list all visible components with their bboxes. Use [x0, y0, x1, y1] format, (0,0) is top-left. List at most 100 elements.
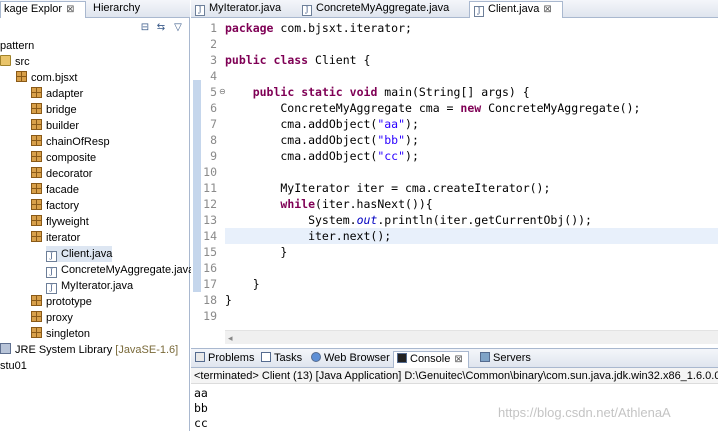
- close-icon[interactable]: ⊠: [543, 4, 551, 15]
- library-icon: [0, 343, 11, 354]
- code-line[interactable]: package com.bjsxt.iterator;: [225, 20, 718, 36]
- view-tab-console[interactable]: Console ⊠: [393, 351, 469, 368]
- scroll-left-arrow-icon[interactable]: ◂: [228, 331, 233, 345]
- tree-item-jre-system-library[interactable]: JRE System Library [JavaSE-1.6]: [0, 342, 178, 358]
- editor-tab-label: ConcreteMyAggregate.java: [316, 2, 450, 14]
- line-number: 15: [203, 245, 217, 259]
- close-icon[interactable]: ⊠: [66, 4, 74, 15]
- keyword: package: [225, 21, 274, 35]
- view-tab-web-browser[interactable]: Web Browser: [308, 351, 390, 368]
- tree-item-facade[interactable]: facade: [31, 182, 79, 198]
- view-tab-servers[interactable]: Servers: [477, 351, 531, 368]
- code-line[interactable]: [225, 68, 718, 84]
- code-line[interactable]: cma.addObject("aa");: [225, 116, 718, 132]
- editor-tab-concretemyaggregate-java[interactable]: J ConcreteMyAggregate.java: [298, 1, 449, 18]
- code-line[interactable]: }: [225, 276, 718, 292]
- package-icon: [31, 183, 42, 194]
- console-line: cc: [194, 416, 208, 430]
- tree-item-concretemyaggregate-java[interactable]: J ConcreteMyAggregate.java: [46, 262, 194, 278]
- code-line[interactable]: public static void main(String[] args) {: [225, 84, 718, 100]
- code-line[interactable]: while(iter.hasNext()){: [225, 196, 718, 212]
- code-text: ConcreteMyAggregate();: [481, 101, 641, 115]
- line-number: 14: [203, 229, 217, 243]
- link-with-editor-icon[interactable]: ⇆: [155, 22, 167, 34]
- editor-tabs: J MyIterator.java J ConcreteMyAggregate.jav…: [191, 0, 718, 18]
- tree-item-myiterator-java[interactable]: J MyIterator.java: [46, 278, 133, 294]
- code-line[interactable]: }: [225, 292, 718, 308]
- tree-item-pattern[interactable]: pattern: [0, 38, 34, 54]
- tree-item-singleton[interactable]: singleton: [31, 326, 90, 342]
- tree-item-iterator[interactable]: iterator: [31, 230, 80, 246]
- servers-icon: [480, 352, 490, 362]
- code-line[interactable]: [225, 36, 718, 52]
- editor-horizontal-scrollbar[interactable]: ◂: [225, 330, 718, 344]
- code-text: iter.next();: [225, 229, 392, 243]
- tree-item-client-java[interactable]: J Client.java: [46, 246, 113, 262]
- code-area[interactable]: package com.bjsxt.iterator; public class …: [225, 18, 718, 318]
- java-file-icon: J: [302, 5, 312, 16]
- ruler-range-indicator: [193, 80, 201, 292]
- tab-label: kage Explor: [4, 3, 63, 15]
- tab-hierarchy[interactable]: Hierarchy: [90, 1, 140, 18]
- line-number: 9: [210, 149, 217, 163]
- view-tab-tasks[interactable]: Tasks: [258, 351, 302, 368]
- tasks-icon: [261, 352, 271, 362]
- tree-item-proxy[interactable]: proxy: [31, 310, 73, 326]
- tree-item-label: JRE System Library: [15, 344, 113, 356]
- tree-item-src[interactable]: src: [0, 54, 30, 70]
- editor-tab-myiterator-java[interactable]: J MyIterator.java: [191, 1, 281, 18]
- tab-kage-explor[interactable]: kage Explor ⊠: [0, 1, 86, 18]
- folder-icon: [0, 55, 11, 66]
- code-line[interactable]: [225, 260, 718, 276]
- tree-item-label: proxy: [46, 312, 73, 324]
- tree-item-label: factory: [46, 200, 80, 212]
- editor-tab-client-java[interactable]: J Client.java ⊠: [469, 1, 563, 18]
- tree-item-stu01[interactable]: stu01: [0, 358, 27, 374]
- java-file-icon: J: [46, 267, 57, 278]
- tree-item-com-bjsxt[interactable]: com.bjsxt: [16, 70, 77, 86]
- code-line[interactable]: MyIterator iter = cma.createIterator();: [225, 180, 718, 196]
- tree-item-composite[interactable]: composite: [31, 150, 96, 166]
- code-line[interactable]: cma.addObject("bb");: [225, 132, 718, 148]
- problems-icon: [195, 352, 205, 362]
- line-number: 17: [203, 277, 217, 291]
- code-line[interactable]: [225, 308, 718, 324]
- package-icon: [31, 151, 42, 162]
- tree-item-decorator[interactable]: decorator: [31, 166, 92, 182]
- view-menu-chevron-down-icon[interactable]: ▽: [172, 22, 184, 34]
- code-line[interactable]: public class Client {: [225, 52, 718, 68]
- view-tab-problems[interactable]: Problems: [192, 351, 254, 368]
- line-number-gutter: 1 2 3 4 5 ⊖ 6 7 8 9 10 11 12 13 14 15 16 17 18 19: [203, 18, 226, 344]
- package-icon: [31, 311, 42, 322]
- line-number: 10: [203, 165, 217, 179]
- code-text: (iter.hasNext()){: [315, 197, 433, 211]
- code-line[interactable]: iter.next();: [225, 228, 718, 244]
- view-tab-label: Web Browser: [324, 352, 390, 364]
- code-text: );: [405, 133, 419, 147]
- tree-item-factory[interactable]: factory: [31, 198, 79, 214]
- tree-item-bridge[interactable]: bridge: [31, 102, 77, 118]
- code-editor[interactable]: 1 2 3 4 5 ⊖ 6 7 8 9 10 11 12 13 14 15 16 17 18 19 package c…: [191, 18, 718, 344]
- code-line[interactable]: ConcreteMyAggregate cma = new ConcreteMy…: [225, 100, 718, 116]
- keyword: static: [301, 85, 343, 99]
- code-line[interactable]: }: [225, 244, 718, 260]
- tree-item-prototype[interactable]: prototype: [31, 294, 92, 310]
- package-icon: [16, 71, 27, 82]
- tree-item-adapter[interactable]: adapter: [31, 86, 83, 102]
- package-icon: [31, 231, 42, 242]
- tree-item-chainofresp[interactable]: chainOfResp: [31, 134, 110, 150]
- line-number: 16: [203, 261, 217, 275]
- line-number: 5: [210, 85, 217, 99]
- close-icon[interactable]: ⊠: [454, 354, 462, 365]
- code-line[interactable]: [225, 164, 718, 180]
- tree-item-flyweight[interactable]: flyweight: [31, 214, 89, 230]
- code-line[interactable]: System.out.println(iter.getCurrentObj())…: [225, 212, 718, 228]
- code-text: }: [225, 245, 288, 259]
- tab-label: Hierarchy: [93, 2, 141, 14]
- tree-item-label: chainOfResp: [46, 136, 110, 148]
- code-line[interactable]: cma.addObject("cc");: [225, 148, 718, 164]
- tree-item-builder[interactable]: builder: [31, 118, 79, 134]
- line-number: 19: [203, 309, 217, 323]
- code-text: );: [405, 149, 419, 163]
- collapse-all-icon[interactable]: ⊟: [139, 22, 151, 34]
